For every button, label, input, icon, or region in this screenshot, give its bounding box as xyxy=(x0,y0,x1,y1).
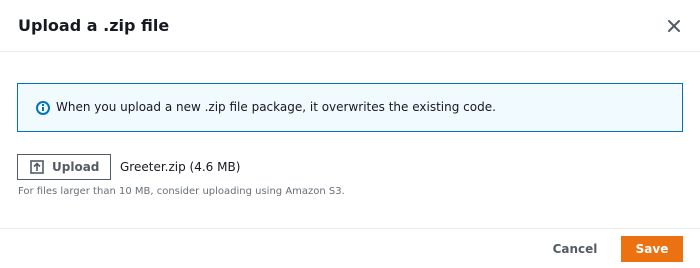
close-icon xyxy=(668,20,680,32)
save-button[interactable]: Save xyxy=(621,236,683,262)
upload-constraint-text: For files larger than 10 MB, consider up… xyxy=(18,186,345,197)
dialog-title: Upload a .zip file xyxy=(18,16,170,35)
info-circle-icon xyxy=(36,101,50,115)
dialog-header: Upload a .zip file xyxy=(0,0,700,52)
upload-button-label: Upload xyxy=(52,160,100,174)
info-alert: When you upload a new .zip file package,… xyxy=(17,83,683,132)
close-button[interactable] xyxy=(664,16,684,36)
upload-zip-dialog: Upload a .zip file When you upload a new… xyxy=(0,0,700,268)
footer-divider xyxy=(0,228,700,229)
cancel-button[interactable]: Cancel xyxy=(545,239,605,259)
upload-icon xyxy=(30,160,44,174)
selected-file-name: Greeter.zip (4.6 MB) xyxy=(120,160,241,174)
upload-button[interactable]: Upload xyxy=(17,154,111,180)
alert-message: When you upload a new .zip file package,… xyxy=(56,100,496,114)
